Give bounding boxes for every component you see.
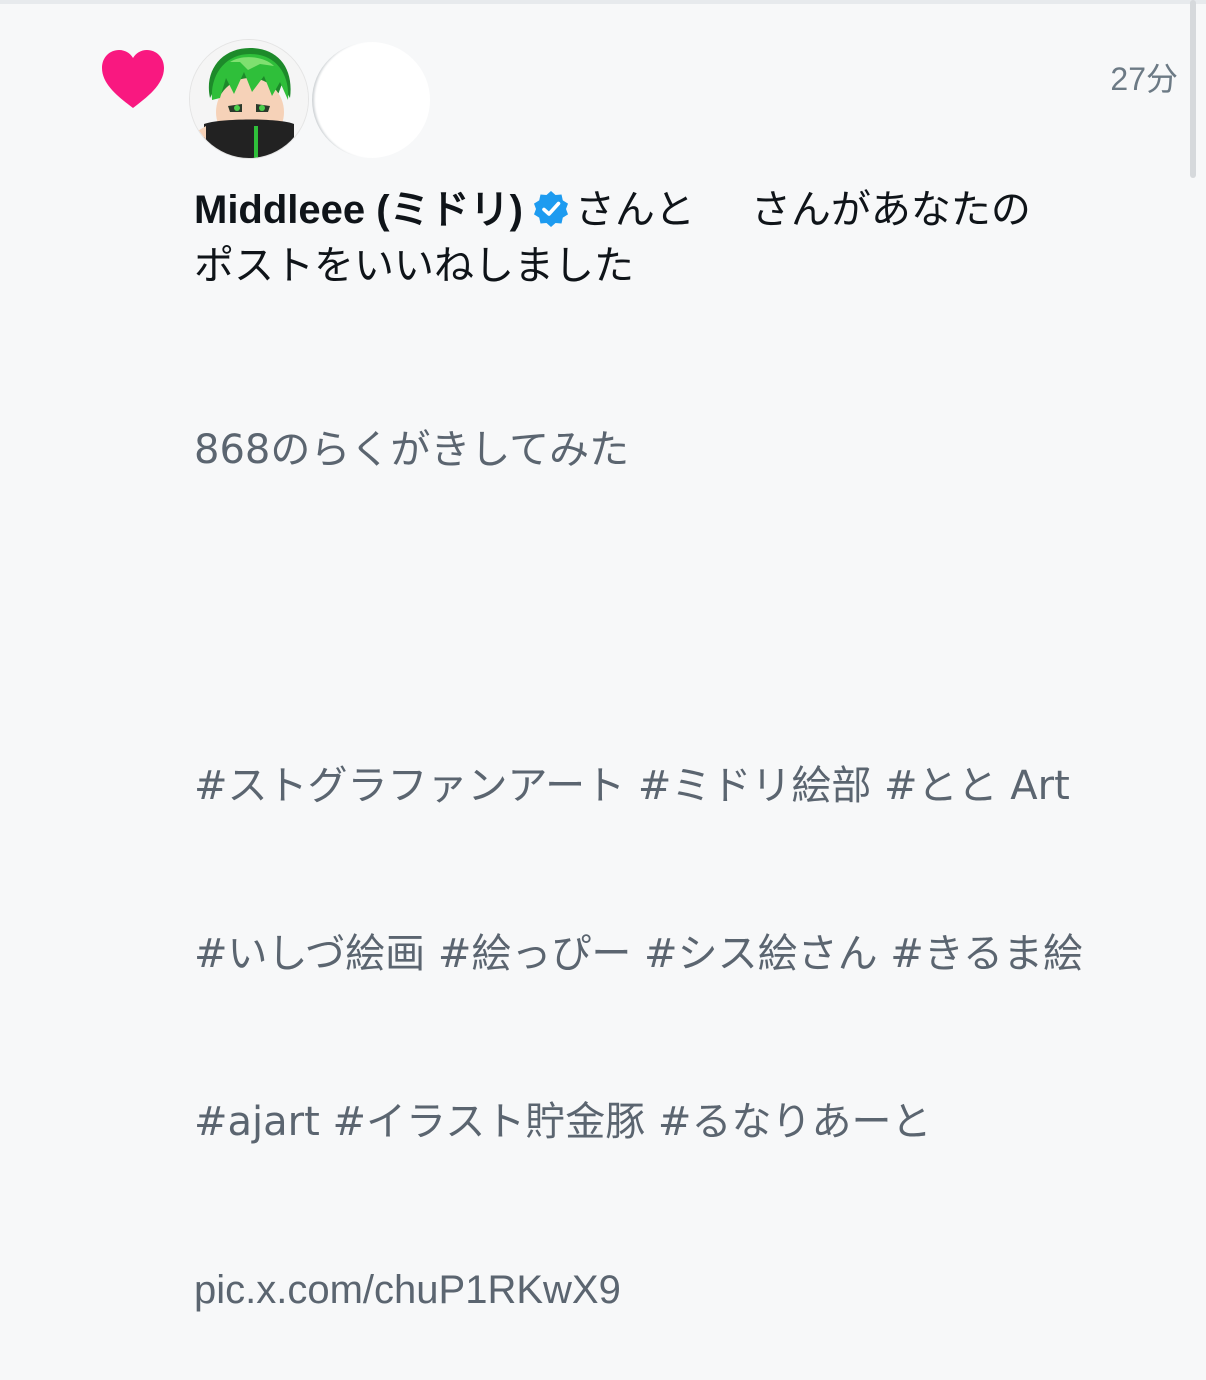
headline-joiner: さんと [574,187,695,233]
redacted-second-name [694,189,751,229]
actor-name[interactable]: Middleee (ミドリ) [194,188,523,232]
avatar[interactable] [190,40,308,158]
post-text-line1: 868のらくがきしてみた [194,427,630,473]
timestamp: 27分 [1110,61,1178,97]
post-hashtags-line3: #ajart #イラスト貯金豚 #るなりあーと [194,1099,932,1145]
notification-headline: Middleee (ミドリ) さんと さんがあなたの ポストをいいねしました [194,182,1174,294]
post-hashtags-line2: #いしづ絵画 #絵っぴー #シス絵さん #きるま絵 [194,931,1084,977]
headline-rest: さんがあなたの [750,187,1031,233]
second-avatar[interactable] [312,42,430,158]
headline-line2: ポストをいいねしました [194,243,634,289]
verified-badge-icon [533,191,568,227]
post-preview[interactable]: 868のらくがきしてみた #ストグラファンアート #ミドリ絵部 #とと Art … [194,310,1184,1380]
post-media-link[interactable]: pic.x.com/chuP1RKwX9 [194,1262,1184,1318]
like-notification[interactable]: 27分 Middleee (ミドリ) さんと さんがあなたの ポストをいいねしまし… [0,4,1206,1312]
avatar-illustration [190,40,308,158]
heart-icon [102,50,164,108]
post-hashtags-line1: #ストグラファンアート #ミドリ絵部 #とと Art [194,763,1070,809]
